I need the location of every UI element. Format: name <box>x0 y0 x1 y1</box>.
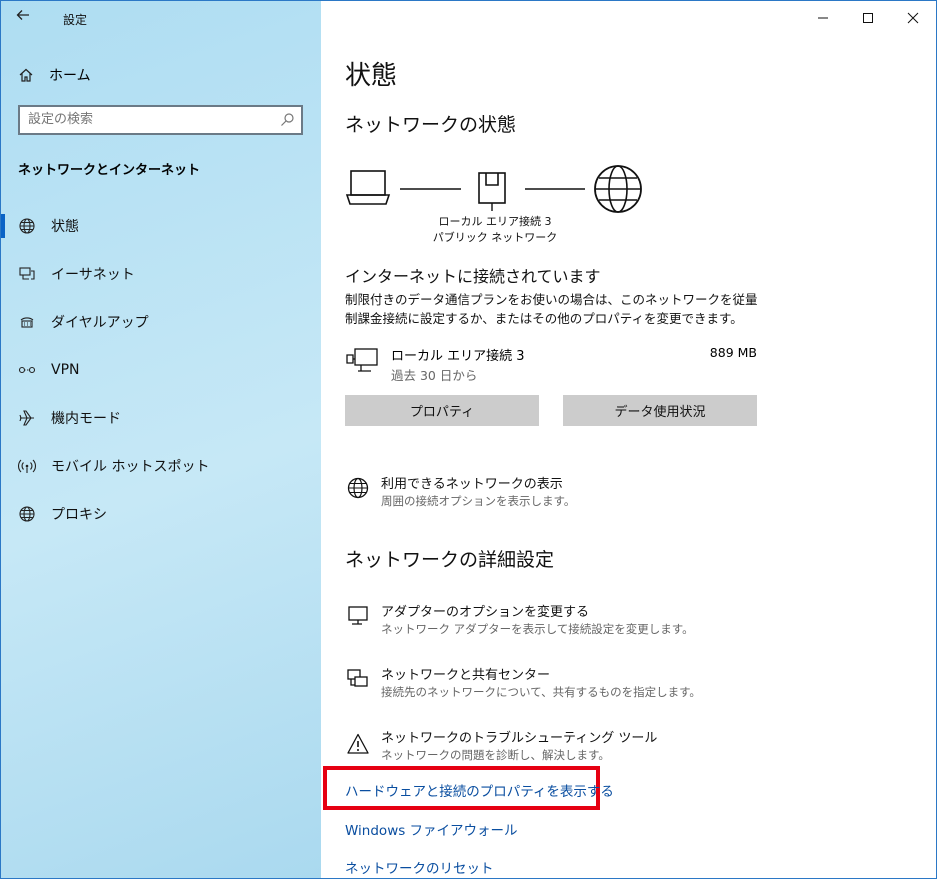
connection-status: インターネットに接続されています <box>345 267 601 286</box>
ethernet-port-icon <box>478 172 506 211</box>
minimize-icon <box>818 17 828 19</box>
advanced-settings-heading: ネットワークの詳細設定 <box>345 549 555 571</box>
sidebar-item-label: 状態 <box>51 219 79 235</box>
back-button[interactable] <box>15 7 39 29</box>
sidebar-item-dialup[interactable]: ダイヤルアップ <box>1 304 321 340</box>
back-arrow-icon <box>16 10 29 20</box>
warning-icon <box>345 731 371 757</box>
sidebar-item-label: 機内モード <box>51 411 121 427</box>
network-status-heading: ネットワークの状態 <box>345 114 517 136</box>
connection-description: 制限付きのデータ通信プランをお使いの場合は、このネットワークを従量制課金接続に設… <box>345 292 758 326</box>
sidebar-item-label: プロキシ <box>51 507 107 523</box>
item-title: アダプターのオプションを変更する <box>381 605 590 620</box>
data-usage-button[interactable]: データ使用状況 <box>563 395 757 426</box>
network-reset-link[interactable]: ネットワークのリセット <box>345 857 494 877</box>
maximize-button[interactable] <box>848 5 888 31</box>
laptop-icon <box>345 170 391 205</box>
adapter-options-item[interactable]: アダプターのオプションを変更する ネットワーク アダプターを表示して接続設定を変… <box>345 601 745 645</box>
adapter-period: 過去 30 日から <box>391 368 478 383</box>
maximize-icon <box>863 13 873 23</box>
sidebar-item-label: ダイヤルアップ <box>51 315 149 331</box>
item-description: 接続先のネットワークについて、共有するものを指定します。 <box>381 685 701 699</box>
sharing-center-item[interactable]: ネットワークと共有センター 接続先のネットワークについて、共有するものを指定しま… <box>345 664 745 708</box>
main-content: 状態 ネットワークの状態 ローカル エリア接続 3 パブリック ネットワーク イ… <box>321 1 936 878</box>
section-title: ネットワークとインターネット <box>18 163 201 178</box>
globe-network-icon <box>345 475 371 501</box>
sidebar-item-ethernet[interactable]: イーサネット <box>1 256 321 292</box>
search-box[interactable] <box>18 105 303 135</box>
adapter-name: ローカル エリア接続 3 <box>391 349 525 364</box>
close-icon <box>907 12 919 24</box>
troubleshooter-item[interactable]: ネットワークのトラブルシューティング ツール ネットワークの問題を診断し、解決し… <box>345 727 745 771</box>
item-title: ネットワークのトラブルシューティング ツール <box>381 731 658 746</box>
home-nav-item[interactable]: ホーム <box>18 64 91 86</box>
app-title: 設定 <box>63 13 88 27</box>
sidebar-item-airplane[interactable]: 機内モード <box>1 400 321 436</box>
item-title: 利用できるネットワークの表示 <box>381 477 563 492</box>
sharing-center-icon <box>345 666 371 692</box>
internet-globe-icon <box>594 165 642 213</box>
item-description: 周囲の接続オプションを表示します。 <box>381 494 576 508</box>
close-button[interactable] <box>893 5 933 31</box>
item-description: ネットワークの問題を診断し、解決します。 <box>381 748 610 762</box>
hardware-properties-link[interactable]: ハードウェアと接続のプロパティを表示する <box>345 780 614 800</box>
adapter-usage: 889 MB <box>709 345 757 360</box>
sidebar-item-label: イーサネット <box>51 267 135 283</box>
properties-button[interactable]: プロパティ <box>345 395 539 426</box>
ethernet-icon <box>17 264 37 284</box>
sidebar-item-hotspot[interactable]: モバイル ホットスポット <box>1 448 321 484</box>
minimize-button[interactable] <box>803 5 843 31</box>
settings-window: 設定 ホーム ネットワークとインターネット 状態 イーサネット ダ <box>0 0 937 879</box>
sidebar-item-status[interactable]: 状態 <box>1 208 321 244</box>
network-name: ローカル エリア接続 3 <box>438 215 552 228</box>
globe-icon <box>17 216 37 236</box>
sidebar-item-label: モバイル ホットスポット <box>51 459 210 475</box>
sidebar-item-label: VPN <box>51 362 80 378</box>
network-label: ローカル エリア接続 3 パブリック ネットワーク <box>425 214 565 246</box>
item-title: ネットワークと共有センター <box>381 668 551 683</box>
adapter-icon <box>345 603 371 629</box>
ethernet-adapter-icon <box>346 348 378 372</box>
sidebar-item-proxy[interactable]: プロキシ <box>1 496 321 532</box>
item-description: ネットワーク アダプターを表示して接続設定を変更します。 <box>381 622 694 636</box>
adapter-summary: ローカル エリア接続 3 過去 30 日から 889 MB <box>345 343 757 383</box>
page-title: 状態 <box>345 61 398 91</box>
hotspot-icon <box>17 456 37 476</box>
sidebar: 設定 ホーム ネットワークとインターネット 状態 イーサネット ダ <box>1 1 321 878</box>
show-networks-item[interactable]: 利用できるネットワークの表示 周囲の接続オプションを表示します。 <box>345 473 745 517</box>
home-label: ホーム <box>49 68 91 84</box>
search-input[interactable] <box>28 107 268 131</box>
vpn-icon <box>17 360 37 380</box>
firewall-link[interactable]: Windows ファイアウォール <box>345 819 518 839</box>
dialup-icon <box>17 312 37 332</box>
search-icon[interactable] <box>279 112 295 128</box>
airplane-icon <box>17 408 37 428</box>
home-icon <box>19 68 33 82</box>
sidebar-item-vpn[interactable]: VPN <box>1 352 321 388</box>
globe-icon <box>17 504 37 524</box>
network-type: パブリック ネットワーク <box>432 231 558 244</box>
